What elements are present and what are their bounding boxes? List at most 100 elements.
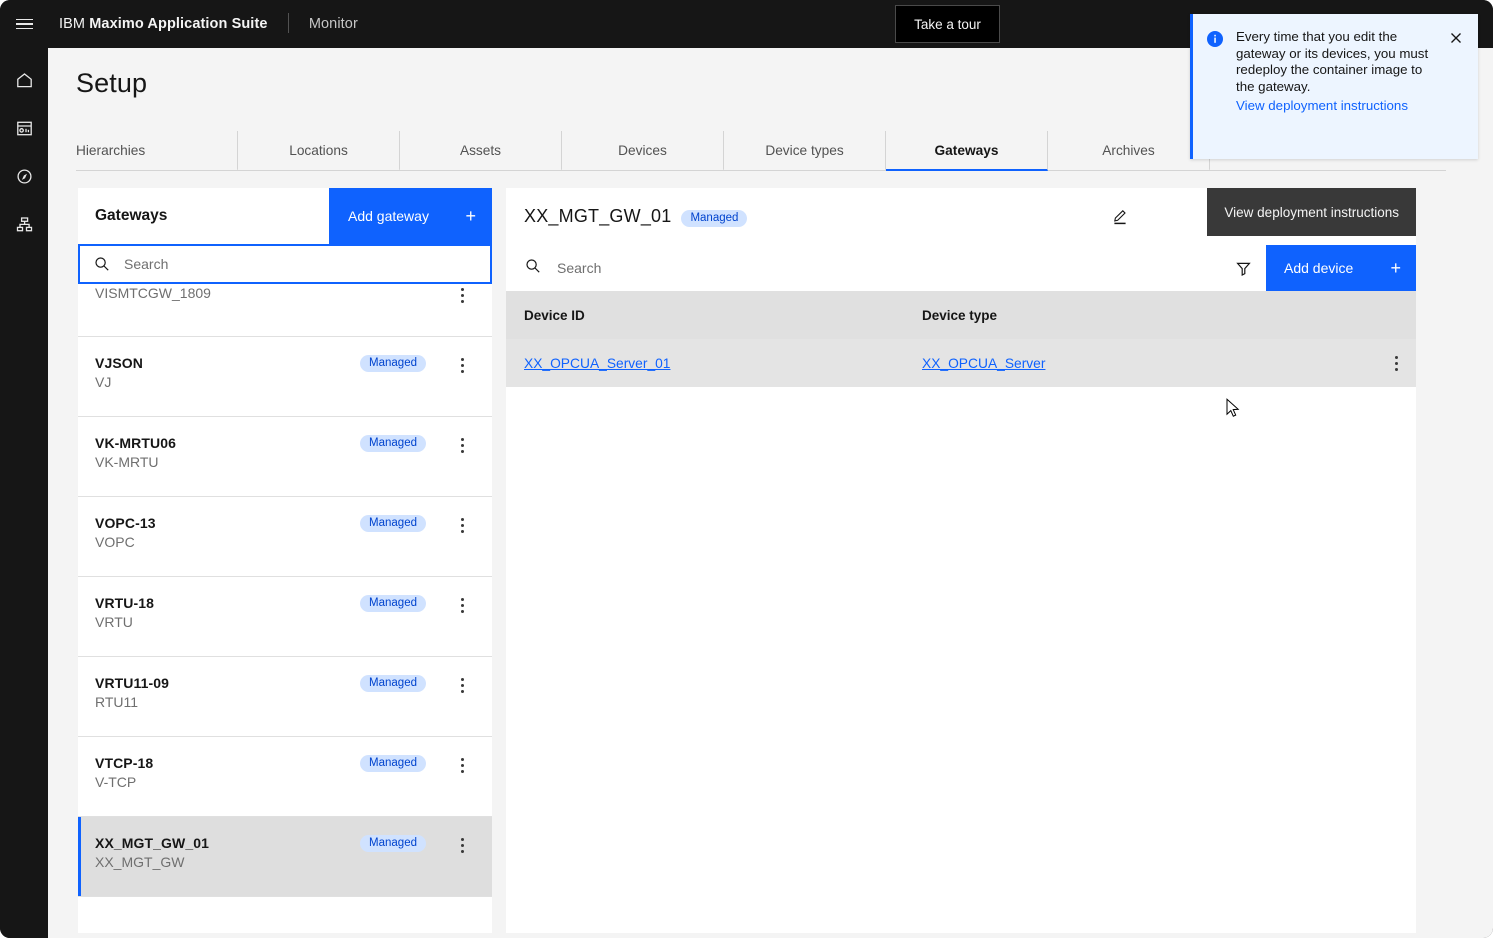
gateway-list[interactable]: VISMTCGW_1809 VJSON VJ Managed VK-MRTU06 [78, 284, 492, 933]
brand-title: IBM Maximo Application Suite Monitor [48, 14, 358, 34]
plus-icon: + [1390, 259, 1401, 277]
take-a-tour-button[interactable]: Take a tour [895, 5, 1000, 43]
list-item[interactable]: VRTU11-09 RTU11 Managed [78, 657, 492, 737]
tab-gateways[interactable]: Gateways [886, 131, 1048, 171]
gateway-list-header: Gateways Add gateway + [78, 188, 492, 244]
list-item[interactable]: VTCP-18 V-TCP Managed [78, 737, 492, 817]
edit-pencil-icon[interactable] [1107, 204, 1133, 230]
search-icon [525, 258, 541, 279]
gateway-row-texts: VISMTCGW_1809 [95, 284, 448, 303]
sidebar-item-hierarchy[interactable] [0, 208, 48, 240]
device-search-input[interactable] [541, 260, 1220, 276]
gateway-row-name: XX_MGT_GW_01 [95, 834, 360, 853]
list-item[interactable]: VRTU-18 VRTU Managed [78, 577, 492, 657]
cell-actions [1334, 339, 1416, 387]
tab-hierarchies[interactable]: Hierarchies [76, 131, 238, 171]
table-header-row: Device ID Device type [506, 292, 1416, 339]
gateway-row-name: VRTU-18 [95, 594, 360, 613]
sidebar-item-home[interactable] [0, 64, 48, 96]
overflow-menu-icon[interactable] [448, 284, 476, 303]
gateway-row-subtitle: VJ [95, 373, 360, 392]
tab-assets[interactable]: Assets [400, 131, 562, 171]
device-table-header: Device ID Device type [506, 292, 1416, 339]
notification-toast: Every time that you edit the gateway or … [1190, 14, 1478, 159]
hamburger-menu-icon[interactable] [0, 0, 48, 48]
tab-label: Gateways [935, 143, 999, 158]
device-id-link[interactable]: XX_OPCUA_Server_01 [524, 356, 670, 371]
gateway-row-name: VOPC-13 [95, 514, 360, 533]
table-row[interactable]: XX_OPCUA_Server_01 XX_OPCUA_Server [506, 339, 1416, 387]
tab-archives[interactable]: Archives [1048, 131, 1210, 171]
device-table: Device ID Device type XX_OPCUA_Server_01… [506, 292, 1416, 387]
device-search-field[interactable] [506, 245, 1220, 291]
detail-header: XX_MGT_GW_01 Managed View deployment ins… [506, 188, 1416, 245]
plus-icon: + [465, 207, 476, 225]
sidebar-item-monitor[interactable] [0, 160, 48, 192]
gateway-row-texts: VTCP-18 V-TCP [95, 754, 360, 792]
list-item[interactable]: VISMTCGW_1809 [78, 284, 492, 337]
tab-locations[interactable]: Locations [238, 131, 400, 171]
gateway-row-name: VTCP-18 [95, 754, 360, 773]
info-icon [1206, 30, 1224, 145]
tab-label: Archives [1102, 143, 1154, 158]
gateway-list-panel: Gateways Add gateway + VISMTCGW_1809 [78, 188, 492, 933]
view-deployment-instructions-link[interactable]: View deployment instructions [1236, 97, 1408, 115]
list-item[interactable]: VOPC-13 VOPC Managed [78, 497, 492, 577]
tab-device-types[interactable]: Device types [724, 131, 886, 171]
list-item-selected[interactable]: XX_MGT_GW_01 XX_MGT_GW Managed [78, 817, 492, 897]
status-badge: Managed [360, 435, 426, 452]
overflow-menu-icon[interactable] [448, 754, 476, 773]
device-toolbar: Add device + [506, 245, 1416, 292]
tab-label: Assets [460, 143, 501, 158]
gateway-list-title: Gateways [78, 188, 329, 244]
list-item[interactable]: VK-MRTU06 VK-MRTU Managed [78, 417, 492, 497]
overflow-menu-icon[interactable] [448, 594, 476, 613]
overflow-menu-icon[interactable] [448, 834, 476, 853]
gateway-row-texts: VJSON VJ [95, 354, 360, 392]
status-badge: Managed [360, 355, 426, 372]
tab-label: Device types [765, 143, 843, 158]
brand-divider [288, 13, 289, 33]
deployment-instructions-tooltip[interactable]: View deployment instructions [1207, 188, 1416, 236]
filter-icon[interactable] [1220, 245, 1266, 291]
device-type-link[interactable]: XX_OPCUA_Server [922, 356, 1045, 371]
device-table-body: XX_OPCUA_Server_01 XX_OPCUA_Server [506, 339, 1416, 387]
gateway-row-subtitle: VOPC [95, 533, 360, 552]
column-header-device-id[interactable]: Device ID [506, 292, 904, 339]
add-gateway-label: Add gateway [348, 208, 429, 224]
gateway-search-field[interactable] [78, 244, 492, 284]
app-name: Monitor [309, 16, 358, 32]
status-badge: Managed [360, 515, 426, 532]
add-device-button[interactable]: Add device + [1266, 245, 1416, 291]
column-header-actions [1334, 292, 1416, 339]
gateway-row-texts: VOPC-13 VOPC [95, 514, 360, 552]
gateway-search-input[interactable] [110, 256, 490, 272]
overflow-menu-icon[interactable] [1395, 356, 1398, 371]
tab-devices[interactable]: Devices [562, 131, 724, 171]
cell-device-type: XX_OPCUA_Server [904, 339, 1334, 387]
overflow-menu-icon[interactable] [448, 674, 476, 693]
close-icon[interactable] [1448, 30, 1464, 145]
list-item[interactable]: VJSON VJ Managed [78, 337, 492, 417]
sidebar-item-dashboard[interactable] [0, 112, 48, 144]
gateway-row-subtitle: VISMTCGW_1809 [95, 284, 448, 303]
status-badge: Managed [360, 755, 426, 772]
left-nav-rail [0, 48, 48, 938]
application-window: IBM Maximo Application Suite Monitor Tak… [0, 0, 1493, 938]
gateway-row-subtitle: RTU11 [95, 693, 360, 712]
gateway-row-texts: VRTU11-09 RTU11 [95, 674, 360, 712]
overflow-menu-icon[interactable] [448, 514, 476, 533]
add-gateway-button[interactable]: Add gateway + [329, 188, 492, 244]
brand-product: Maximo Application Suite [89, 16, 267, 32]
gateway-row-name: VK-MRTU06 [95, 434, 360, 453]
column-header-device-type[interactable]: Device type [904, 292, 1334, 339]
notification-body: Every time that you edit the gateway or … [1224, 29, 1448, 145]
overflow-menu-icon[interactable] [448, 354, 476, 373]
gateway-row-subtitle: XX_MGT_GW [95, 853, 360, 872]
overflow-menu-icon[interactable] [448, 434, 476, 453]
status-badge: Managed [360, 595, 426, 612]
notification-message: Every time that you edit the gateway or … [1236, 29, 1440, 95]
search-icon [94, 256, 110, 272]
gateway-row-name: VRTU11-09 [95, 674, 360, 693]
gateway-row-texts: VRTU-18 VRTU [95, 594, 360, 632]
